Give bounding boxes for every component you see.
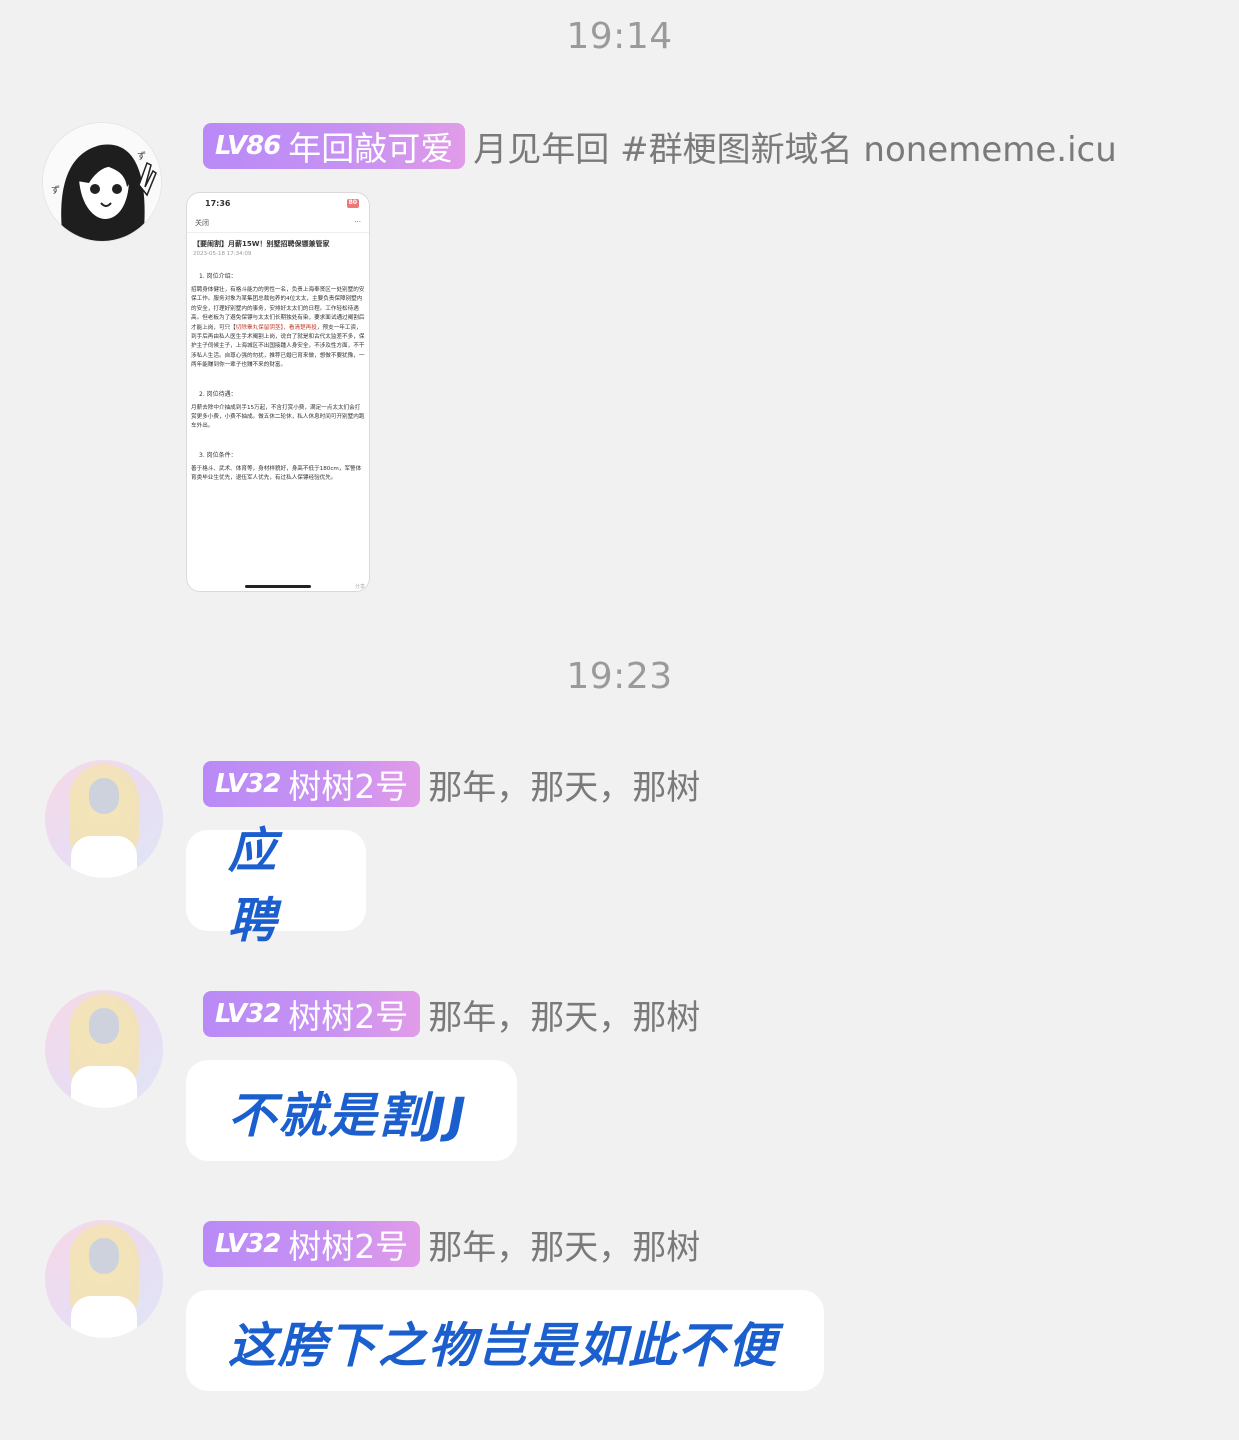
sender-row: LV32 树树2号 那年，那天，那树 <box>203 759 700 809</box>
sender-name: 树树2号 <box>288 1227 409 1266</box>
level-badge[interactable]: LV86 年回敲可爱 <box>203 123 466 169</box>
article-paragraph: 招聘身体健壮，有格斗能力的男性一名，负责上海奉贤区一处别墅的安保工作。服务对象为… <box>187 286 369 371</box>
timestamp: 19:14 <box>566 16 673 57</box>
paragraph-text: ，预支一年工资，到手后再由私人医生手术阉割上岗，说白了就是和古代太监差不多，保护… <box>191 324 365 369</box>
level-badge[interactable]: LV32 树树2号 <box>203 1221 421 1267</box>
sender-row: LV32 树树2号 那年，那天，那树 <box>203 989 700 1039</box>
svg-text:ず: ず <box>51 185 60 196</box>
avatar-face <box>89 1008 119 1044</box>
article-paragraph: 月薪去除中介抽成到手15万起，不含打赏小费，满足一点太太们会打赏更多小费，小费不… <box>191 404 365 430</box>
article-nav: 关闭 ··· <box>187 208 369 233</box>
avatar[interactable] <box>45 1220 163 1338</box>
sender-name: 年回敲可爱 <box>288 129 454 168</box>
level-badge[interactable]: LV32 树树2号 <box>203 761 421 807</box>
avatar[interactable]: ず ず <box>42 122 162 242</box>
avatar-shirt <box>71 1296 137 1338</box>
manga-girl-avatar-icon: ず ず <box>43 123 161 241</box>
sender-name: 树树2号 <box>288 997 409 1036</box>
section-heading: 3. 岗位条件： <box>199 451 237 459</box>
home-indicator <box>245 585 311 588</box>
level-label: LV32 <box>215 769 281 799</box>
sender-title: 月见年回 #群梗图新域名 nonememe.icu <box>473 129 1117 170</box>
avatar-shirt <box>71 1066 137 1108</box>
more-label: ··· <box>354 218 361 226</box>
paragraph-highlight: 切除睾丸保留阴茎】，看清楚再投 <box>235 324 317 331</box>
sender-name: 树树2号 <box>288 767 409 806</box>
avatar[interactable] <box>45 990 163 1108</box>
message-bubble[interactable]: 不就是割JJ <box>186 1060 517 1161</box>
status-bar: 17:36 80 <box>187 193 369 208</box>
sender-row: LV86 年回敲可爱 月见年回 #群梗图新域名 nonememe.icu <box>203 121 1117 171</box>
level-label: LV32 <box>215 1229 281 1259</box>
avatar-shirt <box>71 836 137 878</box>
article-date: 2023-05-18 17:34:09 <box>193 251 252 257</box>
sender-row: LV32 树树2号 那年，那天，那树 <box>203 1219 700 1269</box>
sender-title: 那年，那天，那树 <box>428 767 701 808</box>
share-label: 分享 <box>354 584 365 590</box>
avatar[interactable] <box>45 760 163 878</box>
level-label: LV86 <box>215 131 281 161</box>
sender-title: 那年，那天，那树 <box>428 1227 701 1268</box>
article-paragraph: 善于格斗、武术、体育等，身材样貌好，身高不低于180cm，军警体育类毕业生优先，… <box>191 465 362 482</box>
section-heading: 2. 岗位待遇： <box>199 390 237 398</box>
sender-title: 那年，那天，那树 <box>428 997 701 1038</box>
close-label: 关闭 <box>195 219 209 227</box>
message-bubble[interactable]: 这胯下之物岂是如此不便 <box>186 1290 824 1391</box>
message-bubble[interactable]: 应聘 <box>186 823 366 949</box>
level-badge[interactable]: LV32 树树2号 <box>203 991 421 1037</box>
avatar-face <box>89 778 119 814</box>
battery-icon: 80 <box>346 199 359 208</box>
status-time: 17:36 <box>205 199 231 208</box>
timestamp: 19:23 <box>566 656 673 697</box>
level-label: LV32 <box>215 999 281 1029</box>
section-heading: 1. 岗位介绍： <box>199 273 237 280</box>
svg-text:ず: ず <box>137 151 146 162</box>
screenshot-image[interactable]: 17:36 80 关闭 ··· 【要闹割】月薪15W！别墅招聘保镖兼管家 202… <box>186 192 370 592</box>
article-title: 【要闹割】月薪15W！别墅招聘保镖兼管家 <box>193 240 330 248</box>
avatar-face <box>89 1238 119 1274</box>
